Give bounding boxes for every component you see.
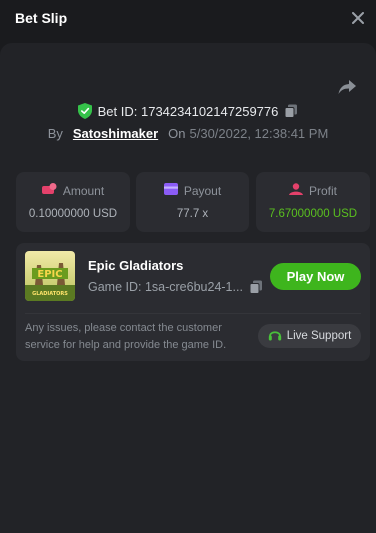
page-title: Bet Slip <box>15 10 68 26</box>
play-now-button[interactable]: Play Now <box>270 263 361 290</box>
by-label: By <box>47 125 63 141</box>
shield-check-icon <box>77 103 92 119</box>
username-link[interactable]: Satoshimaker <box>73 126 158 141</box>
stat-profit: Profit 7.67000000 USD <box>256 172 370 232</box>
game-card: EPIC GLADIATORS Epic Gladiators Game ID:… <box>16 243 370 361</box>
live-support-label: Live Support <box>286 330 352 342</box>
game-id-row: Game ID: 1sa-cre6bu24-1... <box>88 280 263 294</box>
bet-date: 5/30/2022, 12:38:41 PM <box>189 125 329 141</box>
bet-id-row: Bet ID: 1734234102147259776 <box>0 102 376 120</box>
stat-value: 7.67000000 USD <box>268 208 358 220</box>
thumb-subtitle: GLADIATORS <box>32 291 68 297</box>
amount-icon <box>41 183 57 198</box>
stat-label: Payout <box>183 183 222 198</box>
on-label: On <box>168 125 186 141</box>
stat-payout: Payout 77.7 x <box>136 172 249 232</box>
copy-icon[interactable] <box>284 104 298 118</box>
thumb-title: EPIC <box>37 269 62 280</box>
stat-value: 0.10000000 USD <box>28 208 118 220</box>
divider <box>25 313 361 314</box>
stat-amount: Amount 0.10000000 USD <box>16 172 130 232</box>
live-support-button[interactable]: Live Support <box>258 324 361 348</box>
share-icon[interactable] <box>336 76 358 98</box>
bet-id: Bet ID: 1734234102147259776 <box>97 103 279 119</box>
stat-value: 77.7 x <box>176 208 209 220</box>
copy-icon[interactable] <box>249 280 263 294</box>
game-name[interactable]: Epic Gladiators <box>88 258 183 273</box>
close-icon[interactable] <box>348 8 368 28</box>
header: Bet Slip <box>0 0 376 36</box>
game-id: Game ID: 1sa-cre6bu24-1... <box>88 280 243 294</box>
headset-icon <box>268 328 282 345</box>
stat-label: Profit <box>308 183 337 198</box>
support-notice: Any issues, please contact the customer … <box>25 322 227 351</box>
bet-meta-row: By Satoshimaker On 5/30/2022, 12:38:41 P… <box>0 124 376 142</box>
stat-label: Amount <box>62 183 105 198</box>
game-thumbnail[interactable]: EPIC GLADIATORS <box>25 251 75 301</box>
profit-icon <box>288 183 303 198</box>
payout-icon <box>163 183 178 198</box>
